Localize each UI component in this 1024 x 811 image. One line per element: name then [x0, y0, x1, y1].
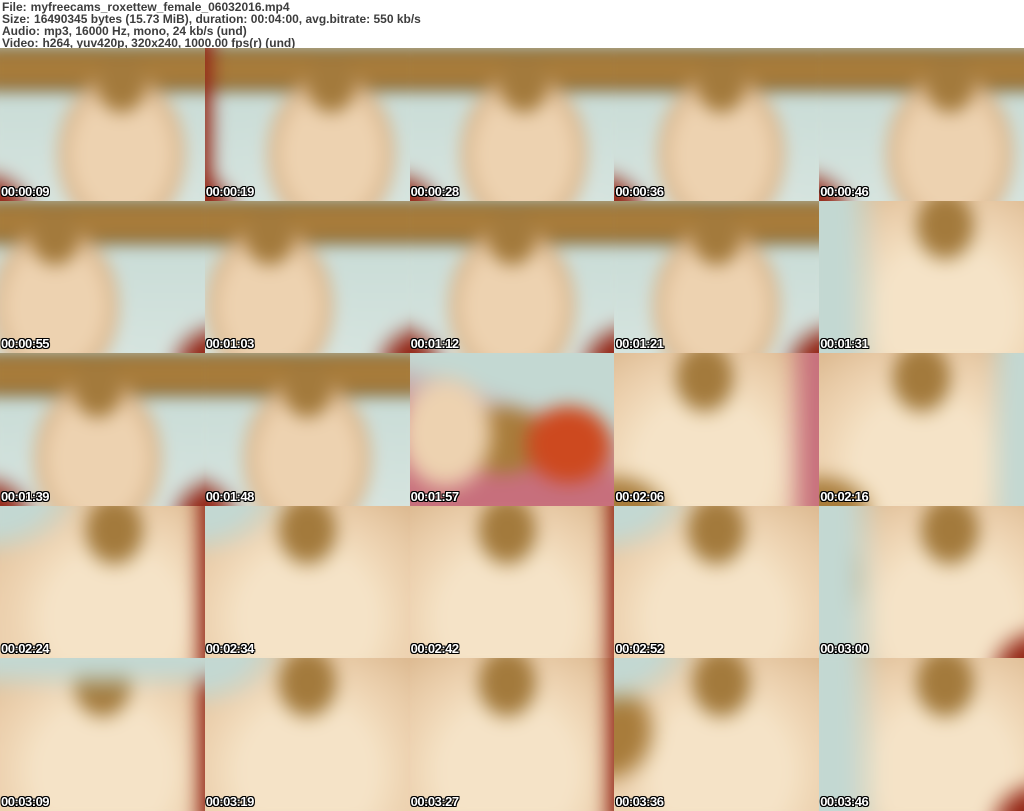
frame-timestamp: 00:03:36: [615, 794, 664, 809]
frame-timestamp: 00:01:57: [410, 488, 460, 504]
frame-timestamp: 00:00:28: [410, 183, 460, 199]
frame-placeholder-art: [819, 658, 1024, 811]
video-frame-thumbnail: 00:01:31: [819, 200, 1024, 354]
frame-timestamp: 00:03:09: [1, 794, 50, 809]
frame-placeholder-art: [204, 200, 410, 354]
frame-placeholder-art: [409, 505, 615, 659]
frame-placeholder-art: [409, 658, 615, 811]
frame-timestamp: 00:02:52: [615, 641, 664, 657]
frame-timestamp: 00:01:39: [1, 488, 50, 504]
frame-timestamp: 00:02:06: [615, 488, 664, 504]
frame-timestamp: 00:00:19: [205, 183, 255, 199]
video-frame-thumbnail: 00:01:03: [204, 200, 410, 354]
frame-timestamp: 00:02:24: [1, 641, 50, 657]
video-frame-thumbnail: 00:01:39: [0, 353, 205, 506]
thumbnail-grid: 00:00:09 00:00:19 00:00:28 00:00:36 00:0…: [0, 48, 1024, 811]
frame-timestamp: 00:01:48: [205, 488, 255, 504]
contact-sheet: File: myfreecams_roxettew_female_06032016…: [0, 0, 1024, 811]
video-frame-thumbnail: 00:03:09: [0, 658, 205, 811]
video-frame-thumbnail: 00:02:06: [614, 353, 820, 506]
video-frame-thumbnail: 00:00:19: [204, 48, 410, 201]
video-frame-thumbnail: 00:01:21: [614, 200, 820, 354]
frame-timestamp: 00:01:03: [205, 336, 255, 352]
frame-placeholder-art: [819, 200, 1024, 354]
frame-timestamp: 00:00:46: [820, 183, 869, 199]
video-frame-thumbnail: 00:03:27: [409, 658, 615, 811]
frame-timestamp: 00:03:46: [820, 794, 869, 809]
frame-placeholder-art: [614, 353, 820, 506]
video-frame-thumbnail: 00:00:09: [0, 48, 205, 201]
frame-placeholder-art: [614, 658, 820, 811]
video-frame-thumbnail: 00:03:36: [614, 658, 820, 811]
frame-placeholder-art: [614, 48, 820, 201]
video-frame-thumbnail: 00:01:57: [409, 353, 615, 506]
frame-placeholder-art: [204, 658, 410, 811]
frame-placeholder-art: [409, 200, 615, 354]
frame-timestamp: 00:02:16: [820, 488, 869, 504]
video-frame-thumbnail: 00:03:00: [819, 505, 1024, 659]
frame-placeholder-art: [409, 48, 615, 201]
frame-timestamp: 00:01:31: [820, 336, 869, 352]
frame-timestamp: 00:00:36: [615, 183, 664, 199]
video-frame-thumbnail: 00:02:34: [204, 505, 410, 659]
frame-timestamp: 00:00:09: [1, 183, 50, 199]
video-frame-thumbnail: 00:02:24: [0, 505, 205, 659]
frame-placeholder-art: [614, 505, 820, 659]
frame-timestamp: 00:03:27: [410, 794, 460, 809]
frame-timestamp: 00:03:00: [820, 641, 869, 657]
frame-placeholder-art: [204, 505, 410, 659]
frame-placeholder-art: [0, 48, 205, 201]
frame-timestamp: 00:01:12: [410, 336, 460, 352]
metadata-header: File: myfreecams_roxettew_female_06032016…: [0, 0, 1024, 49]
frame-timestamp: 00:02:34: [205, 641, 255, 657]
video-frame-thumbnail: 00:03:46: [819, 658, 1024, 811]
frame-timestamp: 00:01:21: [615, 336, 664, 352]
frame-placeholder-art: [204, 48, 410, 201]
frame-placeholder-art: [819, 353, 1024, 506]
frame-placeholder-art: [0, 658, 205, 811]
frame-placeholder-art: [204, 353, 410, 506]
video-frame-thumbnail: 00:00:28: [409, 48, 615, 201]
video-frame-thumbnail: 00:02:52: [614, 505, 820, 659]
frame-placeholder-art: [819, 48, 1024, 201]
frame-timestamp: 00:02:42: [410, 641, 460, 657]
video-frame-thumbnail: 00:00:46: [819, 48, 1024, 201]
video-frame-thumbnail: 00:00:55: [0, 200, 205, 354]
frame-timestamp: 00:00:55: [1, 336, 50, 352]
frame-placeholder-art: [614, 200, 820, 354]
frame-timestamp: 00:03:19: [205, 794, 255, 809]
frame-placeholder-art: [0, 200, 205, 354]
video-frame-thumbnail: 00:02:16: [819, 353, 1024, 506]
video-frame-thumbnail: 00:02:42: [409, 505, 615, 659]
video-frame-thumbnail: 00:01:12: [409, 200, 615, 354]
frame-placeholder-art: [0, 353, 205, 506]
frame-placeholder-art: [0, 505, 205, 659]
frame-placeholder-art: [819, 505, 1024, 659]
video-frame-thumbnail: 00:03:19: [204, 658, 410, 811]
frame-placeholder-art: [409, 353, 615, 506]
video-frame-thumbnail: 00:00:36: [614, 48, 820, 201]
video-frame-thumbnail: 00:01:48: [204, 353, 410, 506]
